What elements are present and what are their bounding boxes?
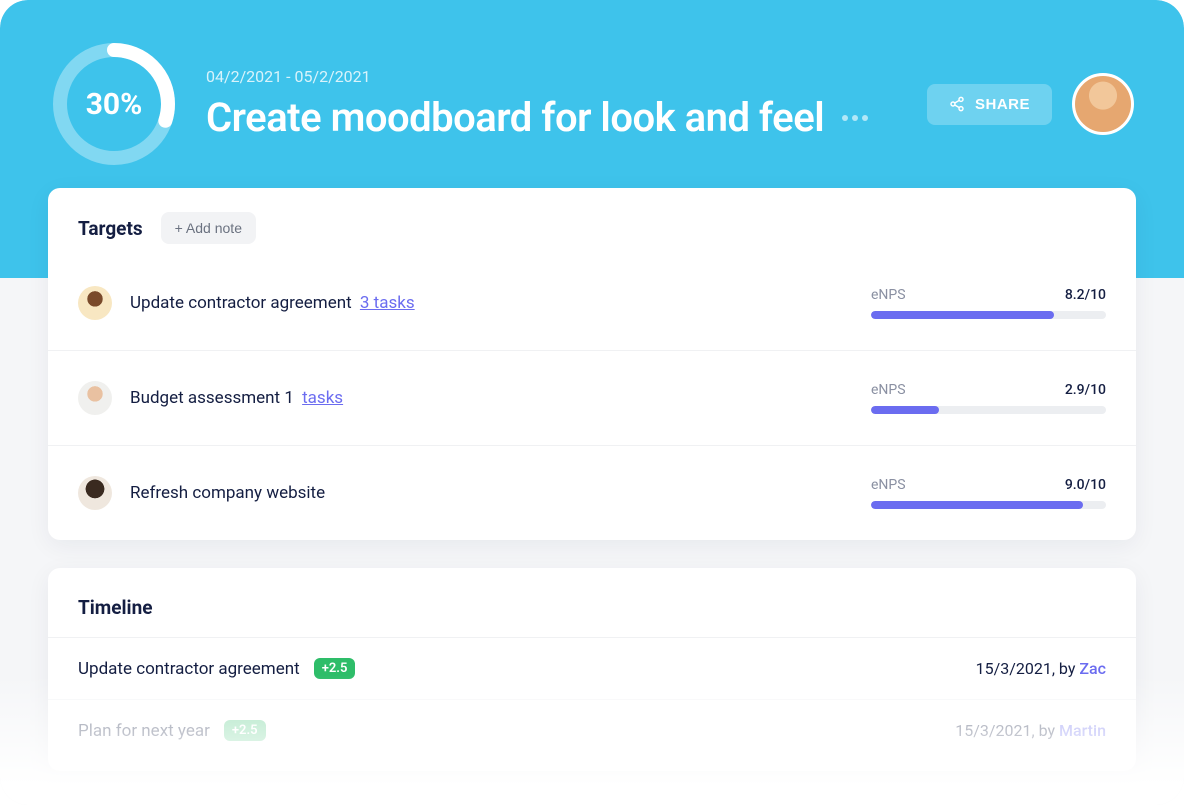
metric-label: eNPS (871, 287, 906, 303)
metric-value: 9.0/10 (1065, 477, 1106, 493)
metric-value: 8.2/10 (1065, 287, 1106, 303)
target-name: Update contractor agreement (130, 293, 352, 313)
metric-label: eNPS (871, 477, 906, 493)
target-name: Budget assessment 1 (130, 388, 294, 408)
tasks-link[interactable]: tasks (302, 388, 343, 408)
targets-card: Targets + Add note Update contractor agr… (48, 188, 1136, 540)
user-avatar[interactable] (1072, 73, 1134, 135)
more-icon[interactable] (842, 115, 868, 121)
timeline-author[interactable]: Martin (1059, 721, 1106, 740)
date-range: 04/2/2021 - 05/2/2021 (206, 67, 899, 86)
metric-label: eNPS (871, 382, 906, 398)
avatar (78, 381, 112, 415)
avatar (78, 286, 112, 320)
metric-value: 2.9/10 (1065, 382, 1106, 398)
progress-percent: 30% (50, 40, 178, 168)
timeline-date: 15/3/2021 (976, 659, 1052, 678)
timeline-title: Timeline (48, 568, 1136, 637)
target-row[interactable]: Budget assessment 1 tasks eNPS 2.9/10 (48, 351, 1136, 446)
timeline-row[interactable]: Update contractor agreement +2.5 15/3/20… (48, 637, 1136, 699)
metric-block: eNPS 2.9/10 (871, 382, 1106, 414)
timeline-row[interactable]: Plan for next year +2.5 15/3/2021, by Ma… (48, 699, 1136, 761)
target-name: Refresh company website (130, 483, 325, 503)
metric-block: eNPS 8.2/10 (871, 287, 1106, 319)
add-note-button[interactable]: + Add note (161, 212, 256, 244)
timeline-card: Timeline Update contractor agreement +2.… (48, 568, 1136, 771)
progress-ring: 30% (50, 40, 178, 168)
avatar (78, 476, 112, 510)
timeline-author[interactable]: Zac (1079, 659, 1106, 678)
delta-badge: +2.5 (224, 720, 266, 741)
share-icon (949, 96, 965, 112)
timeline-item-name: Update contractor agreement (78, 659, 300, 679)
timeline-item-name: Plan for next year (78, 721, 210, 741)
share-label: SHARE (975, 96, 1030, 113)
share-button[interactable]: SHARE (927, 84, 1052, 125)
targets-title: Targets (78, 217, 143, 240)
target-row[interactable]: Update contractor agreement 3 tasks eNPS… (48, 256, 1136, 351)
delta-badge: +2.5 (314, 658, 356, 679)
tasks-link[interactable]: 3 tasks (360, 293, 415, 313)
page-title: Create moodboard for look and feel (206, 94, 824, 141)
timeline-date: 15/3/2021 (955, 721, 1031, 740)
target-row[interactable]: Refresh company website eNPS 9.0/10 (48, 446, 1136, 540)
metric-block: eNPS 9.0/10 (871, 477, 1106, 509)
